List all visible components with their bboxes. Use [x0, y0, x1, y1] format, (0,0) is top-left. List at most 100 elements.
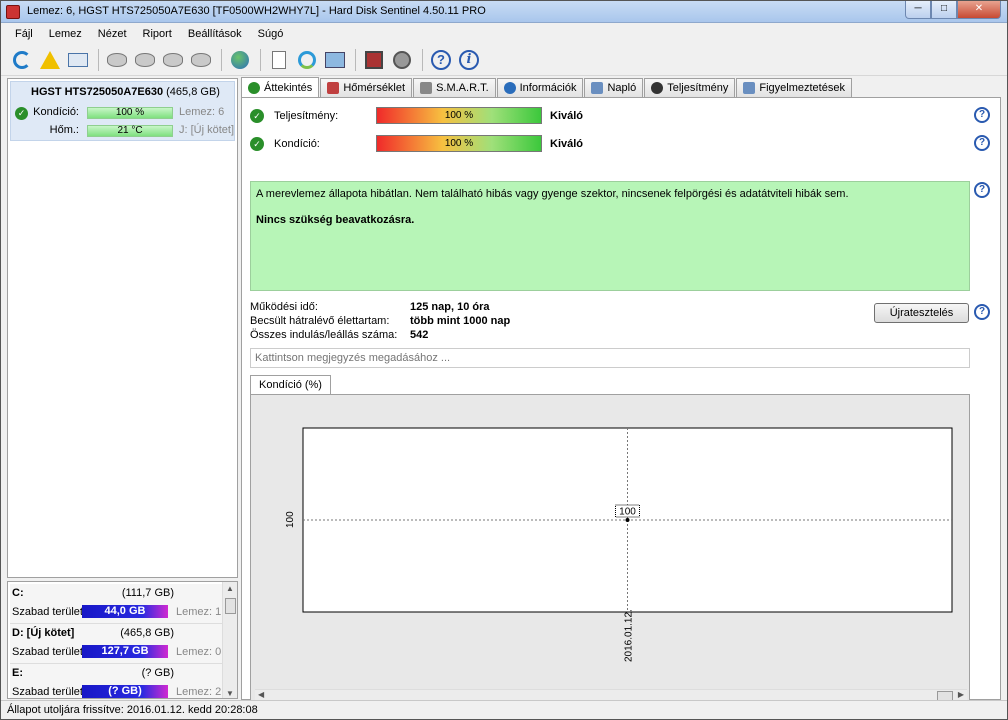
scroll-left-icon[interactable]: ◀: [258, 690, 264, 699]
scroll-thumb[interactable]: [225, 598, 236, 614]
volume-capacity: (? GB): [141, 667, 174, 679]
menu-help[interactable]: Súgó: [250, 28, 292, 40]
chart-data-label: 100: [619, 507, 636, 518]
check-icon: [248, 82, 260, 94]
lifetime-value: több mint 1000 nap: [410, 315, 511, 327]
note-input[interactable]: [250, 348, 970, 368]
tab-label: S.M.A.R.T.: [436, 82, 489, 94]
disk-icon: [191, 52, 211, 67]
menu-file[interactable]: Fájl: [7, 28, 41, 40]
screen-button[interactable]: [322, 47, 348, 73]
status-description: A merevlemez állapota hibátlan. Nem talá…: [250, 181, 970, 291]
scroll-down-icon[interactable]: ▼: [226, 689, 234, 698]
tab-bar: Áttekintés Hőmérséklet S.M.A.R.T. Inform…: [241, 77, 853, 98]
disk-condition-row: Kondíció: 100 % Lemez: 6: [15, 106, 233, 120]
tab-temperature[interactable]: Hőmérséklet: [320, 78, 413, 97]
uptime-label: Működési idő:: [250, 301, 318, 313]
tab-overview[interactable]: Áttekintés: [241, 77, 320, 98]
retest-button[interactable]: Újratesztelés: [874, 303, 969, 323]
starts-value: 542: [410, 329, 429, 341]
scroll-right-icon[interactable]: ▶: [958, 690, 964, 699]
document-button[interactable]: [266, 47, 292, 73]
disk-volume-tag: J: [Új kötet]: [179, 124, 235, 136]
condition-chart: 100 2016.01.12. 100: [251, 395, 967, 685]
disk-stats: Működési idő: 125 nap, 10 óra Becsült há…: [250, 301, 650, 343]
sound-button[interactable]: [389, 47, 415, 73]
web-button[interactable]: [227, 47, 253, 73]
menu-view[interactable]: Nézet: [90, 28, 135, 40]
help-icon[interactable]: ?: [974, 182, 990, 198]
menu-settings[interactable]: Beállítások: [180, 28, 250, 40]
starts-row: Összes indulás/leállás száma: 542: [250, 329, 650, 343]
mail-icon: [68, 52, 88, 67]
tab-smart[interactable]: S.M.A.R.T.: [413, 78, 496, 97]
alerts-button[interactable]: [37, 47, 63, 73]
sync-button[interactable]: [294, 47, 320, 73]
disk-test-button-4[interactable]: [188, 47, 214, 73]
info-icon: i: [459, 49, 479, 70]
disk-number: Lemez: 6: [179, 106, 225, 118]
document-icon: [743, 82, 756, 94]
smart-icon: [420, 82, 433, 94]
disk-icon: [135, 52, 155, 67]
info-button[interactable]: i: [456, 47, 482, 73]
refresh-button[interactable]: [9, 47, 35, 73]
close-button[interactable]: ✕: [957, 1, 1001, 19]
menu-disk[interactable]: Lemez: [41, 28, 90, 40]
chart-point: [625, 518, 630, 522]
minimize-button[interactable]: ─: [905, 1, 931, 19]
volume-free-label: Szabad terület: [12, 606, 83, 618]
help-button[interactable]: ?: [428, 47, 454, 73]
app-icon: [6, 5, 20, 19]
volume-free-label: Szabad terület: [12, 646, 83, 658]
help-icon[interactable]: ?: [974, 107, 990, 123]
tab-log[interactable]: Napló: [584, 78, 644, 97]
tab-information[interactable]: Információk: [496, 78, 584, 97]
volume-name: C:: [12, 587, 24, 599]
speaker-icon: [393, 50, 411, 69]
chart-x-tick-label: 2016.01.12.: [624, 609, 635, 662]
volume-item[interactable]: E: (? GB) Szabad terület (? GB) Lemez: 2: [10, 664, 222, 698]
refresh-icon: [13, 50, 31, 69]
volume-name: E:: [12, 667, 23, 679]
disk-temp-bar: 21 °C: [87, 125, 173, 137]
menu-report[interactable]: Riport: [135, 28, 180, 40]
menu-bar: Fájl Lemez Nézet Riport Beállítások Súgó: [1, 24, 1007, 44]
tab-label: Információk: [519, 82, 577, 94]
chart-tab-condition[interactable]: Kondíció (%): [250, 375, 331, 395]
report-mail-button[interactable]: [65, 47, 91, 73]
scroll-up-icon[interactable]: ▲: [226, 584, 234, 593]
toolbar-separator: [355, 48, 356, 71]
disk-test-button-2[interactable]: [132, 47, 158, 73]
toolbar-separator: [260, 48, 261, 71]
warning-icon: [40, 50, 60, 69]
tab-label: Napló: [607, 82, 637, 94]
volume-item[interactable]: D: [Új kötet] (465,8 GB) Szabad terület …: [10, 624, 222, 664]
disk-temp-label: Hőm.:: [49, 124, 79, 136]
condition-rating: Kiváló: [550, 138, 584, 150]
help-icon[interactable]: ?: [974, 304, 990, 320]
toolbar-separator: [221, 48, 222, 71]
hardware-button[interactable]: [361, 47, 387, 73]
volume-list: C: (111,7 GB) Szabad terület 44,0 GB Lem…: [7, 581, 238, 699]
volume-name: D: [Új kötet]: [12, 627, 75, 639]
volume-free-label: Szabad terület: [12, 686, 83, 698]
disk-item[interactable]: HGST HTS725050A7E630 (465,8 GB) ✓ Kondíc…: [10, 81, 235, 141]
tab-alerts[interactable]: Figyelmeztetések: [736, 78, 852, 97]
lifetime-row: Becsült hátralévő élettartam: több mint …: [250, 315, 650, 329]
screen-icon: [325, 51, 345, 68]
uptime-value: 125 nap, 10 óra: [410, 301, 490, 313]
toolbar-separator: [422, 48, 423, 71]
volume-item[interactable]: C: (111,7 GB) Szabad terület 44,0 GB Lem…: [10, 584, 222, 624]
tab-performance[interactable]: Teljesítmény: [644, 78, 736, 97]
log-icon: [591, 82, 604, 94]
disk-icon: [107, 52, 127, 67]
chip-icon: [365, 50, 383, 69]
disk-test-button-3[interactable]: [160, 47, 186, 73]
disk-test-button-1[interactable]: [104, 47, 130, 73]
maximize-button[interactable]: □: [931, 1, 957, 19]
disk-icon: [163, 52, 183, 67]
help-icon[interactable]: ?: [974, 135, 990, 151]
volume-scrollbar[interactable]: ▲ ▼: [222, 582, 237, 698]
thermometer-icon: [327, 82, 340, 94]
